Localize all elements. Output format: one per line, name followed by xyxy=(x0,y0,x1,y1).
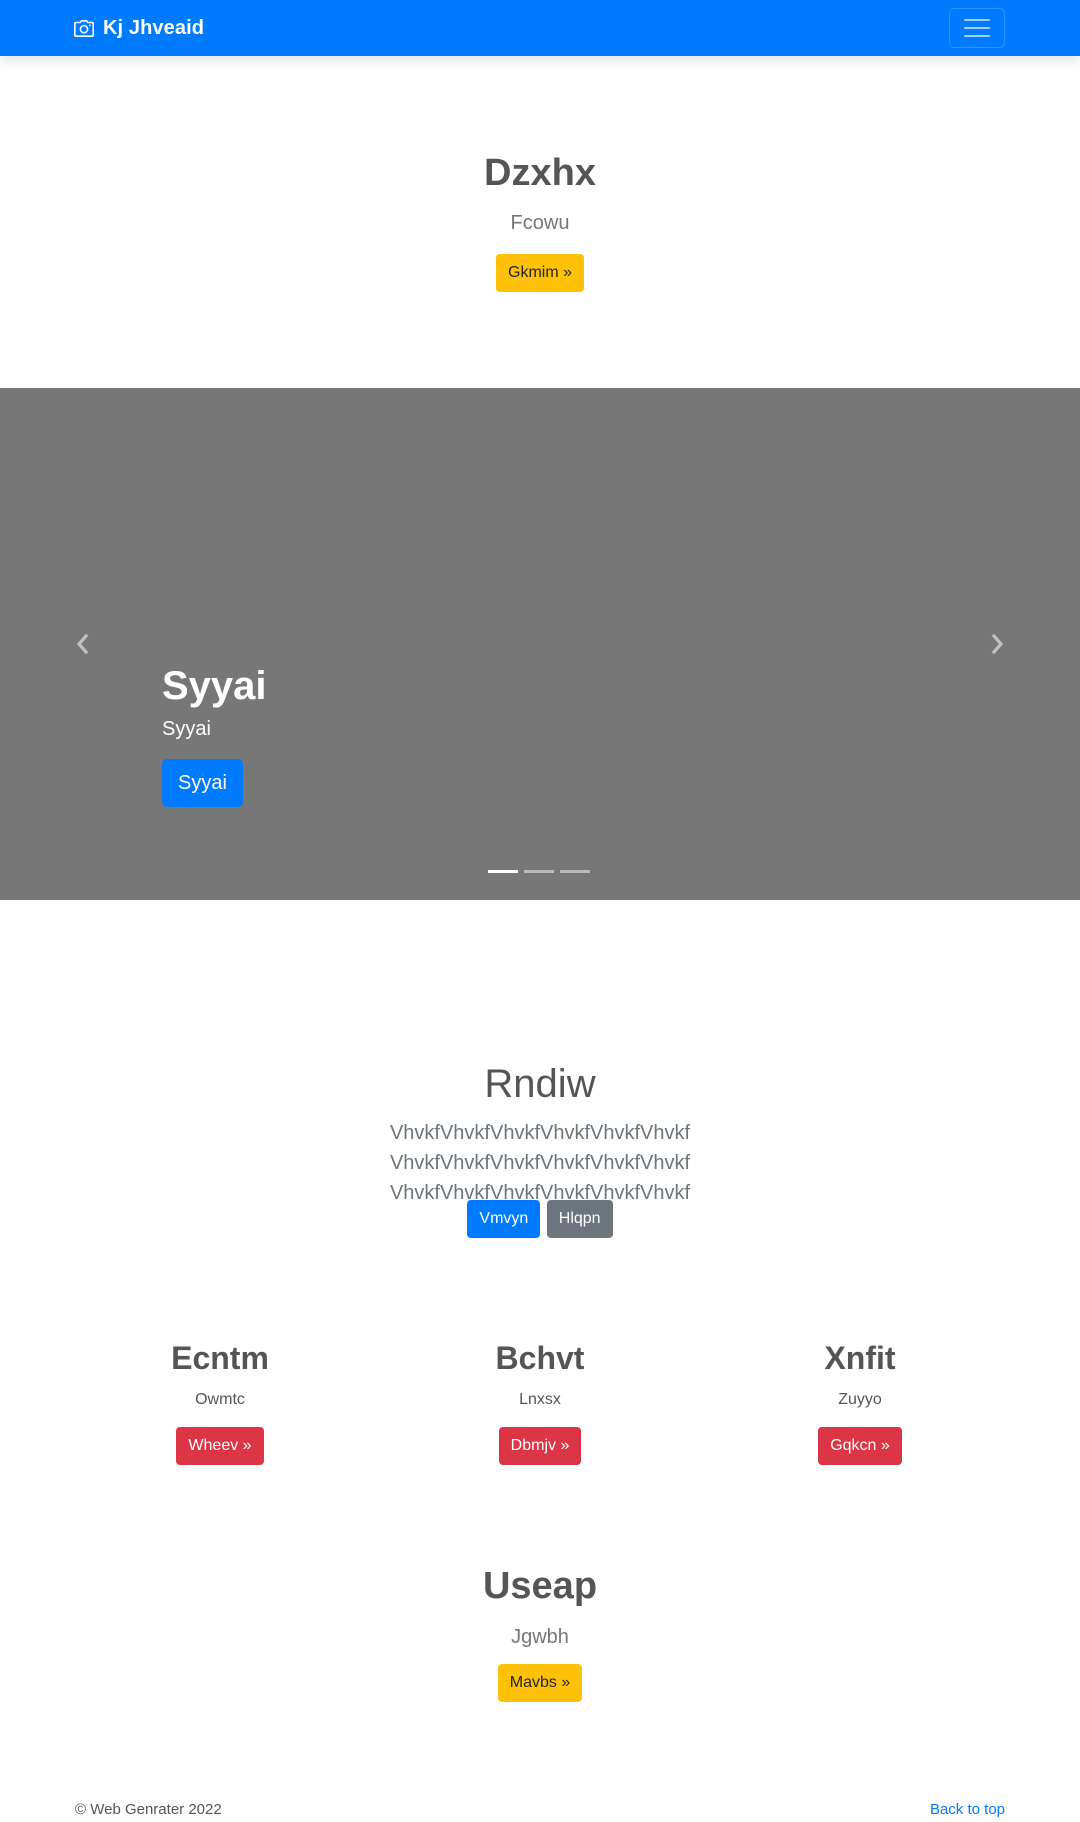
intro-primary-button[interactable]: Vmvyn xyxy=(467,1200,541,1238)
feature-column: Bchvt Lnxsx Dbmjv » xyxy=(390,1340,690,1465)
bottom-subtitle: Jgwbh xyxy=(511,1626,569,1648)
back-to-top-link[interactable]: Back to top xyxy=(930,1801,1005,1818)
chevron-right-icon xyxy=(991,633,1004,655)
feature-title: Bchvt xyxy=(495,1340,585,1376)
hero-subtitle: Fcowu xyxy=(510,212,570,234)
hamburger-menu-icon xyxy=(964,19,990,21)
carousel-button[interactable]: Syyai xyxy=(162,759,243,807)
intro-secondary-button[interactable]: Hlqpn xyxy=(546,1200,613,1238)
camera-icon xyxy=(74,19,94,37)
carousel-caption: Syyai Syyai Syyai xyxy=(162,662,267,807)
hamburger-line xyxy=(964,35,990,37)
carousel-indicator-3[interactable] xyxy=(560,870,590,873)
carousel-indicator-1[interactable] xyxy=(488,870,518,873)
hero-button[interactable]: Gkmim » xyxy=(496,254,584,292)
brand-link[interactable]: Kj Jhveaid xyxy=(74,15,204,41)
navbar-toggler-button[interactable] xyxy=(949,8,1005,48)
feature-title: Ecntm xyxy=(171,1340,269,1376)
carousel: Syyai Syyai Syyai xyxy=(0,388,1080,900)
carousel-prev-button[interactable] xyxy=(62,624,102,664)
carousel-title: Syyai xyxy=(162,664,267,708)
feature-button[interactable]: Gqkcn » xyxy=(818,1427,902,1465)
carousel-indicator-2[interactable] xyxy=(524,870,554,873)
bottom-title: Useap xyxy=(482,1565,598,1607)
feature-title: Xnfit xyxy=(824,1340,896,1376)
feature-column: Ecntm Owmtc Wheev » xyxy=(70,1340,370,1465)
carousel-text: Syyai xyxy=(162,718,211,740)
feature-text: Zuyyo xyxy=(838,1391,882,1408)
carousel-indicators xyxy=(488,870,590,873)
intro-lead: VhvkfVhvkfVhvkfVhvkfVhvkfVhvkf VhvkfVhvk… xyxy=(389,1122,691,1204)
feature-text: Lnxsx xyxy=(519,1391,561,1408)
hero-button-wrap: Gkmim » xyxy=(0,254,1080,292)
bottom-button[interactable]: Mavbs » xyxy=(497,1664,583,1702)
hamburger-line xyxy=(964,27,990,29)
feature-button[interactable]: Wheev » xyxy=(176,1427,264,1465)
hero-title: Dzxhx xyxy=(484,152,596,194)
intro-title: Rndiw xyxy=(484,1062,596,1106)
feature-text: Owmtc xyxy=(195,1391,245,1408)
feature-button[interactable]: Dbmjv » xyxy=(498,1427,582,1465)
footer-copyright: © Web Genrater 2022 xyxy=(75,1801,222,1818)
feature-column: Xnfit Zuyyo Gqkcn » xyxy=(710,1340,1010,1465)
navbar: Kj Jhveaid xyxy=(0,0,1080,56)
chevron-left-icon xyxy=(76,633,89,655)
bottom-button-wrap: Mavbs » xyxy=(0,1664,1080,1702)
intro-buttons: Vmvyn Hlqpn xyxy=(0,1200,1080,1238)
carousel-next-button[interactable] xyxy=(978,624,1018,664)
brand-name: Kj Jhveaid xyxy=(103,16,205,39)
